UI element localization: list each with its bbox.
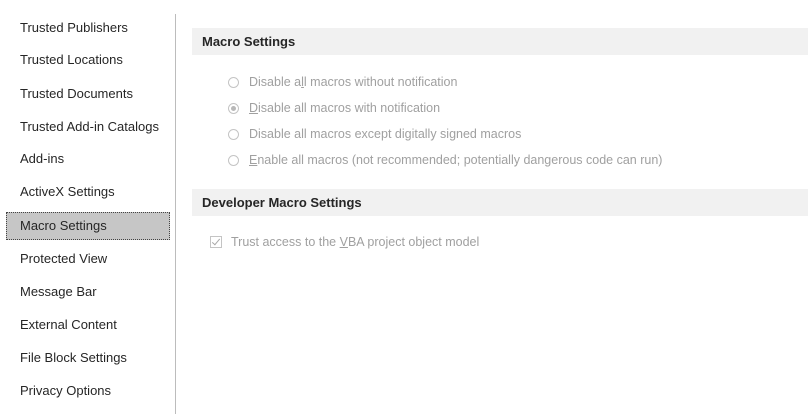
option-label: Disable all macros except digitally sign… (249, 127, 522, 141)
sidebar-item-trusted-addin-catalogs[interactable]: Trusted Add-in Catalogs (6, 113, 170, 141)
radio-enable-all[interactable] (228, 154, 239, 166)
radio-disable-except-signed[interactable] (228, 128, 239, 140)
option-label: Disable all macros without notification (249, 75, 458, 89)
option-disable-with-notification[interactable]: Disable all macros with notification (228, 98, 440, 118)
radio-disable-without-notification[interactable] (228, 76, 239, 88)
option-trust-vba-access[interactable]: Trust access to the VBA project object m… (210, 232, 479, 252)
option-label: Trust access to the VBA project object m… (231, 235, 480, 249)
trust-center-window: Trusted Publishers Trusted Locations Tru… (0, 0, 808, 414)
sidebar-item-trusted-documents[interactable]: Trusted Documents (6, 80, 170, 108)
option-enable-all[interactable]: Enable all macros (not recommended; pote… (228, 150, 662, 170)
sidebar-item-activex-settings[interactable]: ActiveX Settings (6, 178, 170, 206)
sidebar-item-file-block-settings[interactable]: File Block Settings (6, 344, 170, 372)
sidebar-item-macro-settings[interactable]: Macro Settings (6, 212, 170, 240)
sidebar: Trusted Publishers Trusted Locations Tru… (6, 14, 170, 414)
sidebar-item-external-content[interactable]: External Content (6, 311, 170, 339)
sidebar-item-trusted-publishers[interactable]: Trusted Publishers (6, 14, 170, 42)
option-label: Disable all macros with notification (249, 101, 441, 115)
sidebar-item-privacy-options[interactable]: Privacy Options (6, 377, 170, 405)
sidebar-item-trusted-locations[interactable]: Trusted Locations (6, 46, 170, 74)
content-pane: Macro Settings Disable all macros withou… (176, 14, 808, 414)
macro-settings-header: Macro Settings (192, 28, 808, 55)
radio-disable-with-notification[interactable] (228, 102, 239, 114)
sidebar-item-message-bar[interactable]: Message Bar (6, 278, 170, 306)
option-label: Enable all macros (not recommended; pote… (249, 153, 663, 167)
developer-macro-settings-header: Developer Macro Settings (192, 189, 808, 216)
checkbox-trust-vba-access[interactable] (210, 236, 222, 248)
option-disable-except-signed[interactable]: Disable all macros except digitally sign… (228, 124, 521, 144)
option-disable-without-notification[interactable]: Disable all macros without notification (228, 72, 457, 92)
sidebar-item-protected-view[interactable]: Protected View (6, 245, 170, 273)
sidebar-item-addins[interactable]: Add-ins (6, 145, 170, 173)
